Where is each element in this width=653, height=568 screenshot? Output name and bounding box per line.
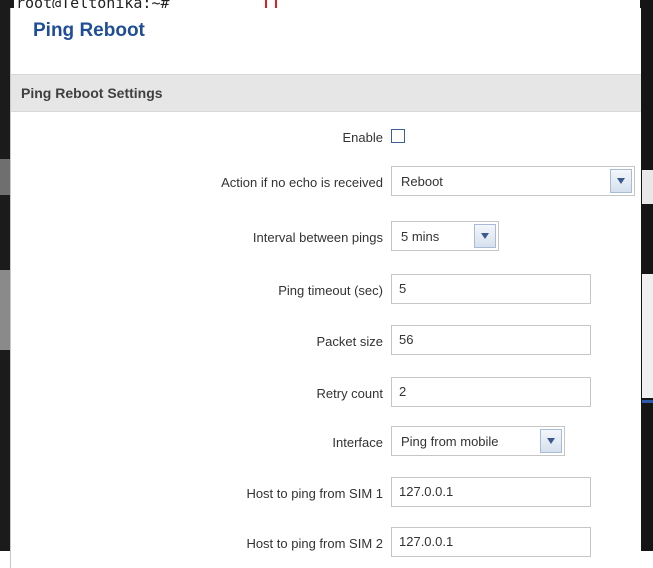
interval-row: Interval between pings 5 mins xyxy=(11,221,641,255)
host-sim2-label: Host to ping from SIM 2 xyxy=(246,536,383,551)
enable-label: Enable xyxy=(342,130,383,145)
interval-select-value: 5 mins xyxy=(401,229,440,244)
dialog-title: Ping Reboot xyxy=(33,20,145,41)
host-sim1-row: Host to ping from SIM 1 127.0.0.1 xyxy=(11,477,641,511)
host-sim2-row: Host to ping from SIM 2 127.0.0.1 xyxy=(11,527,641,561)
retry-label: Retry count xyxy=(316,386,383,401)
section-header: Ping Reboot Settings xyxy=(11,74,641,112)
retry-row: Retry count 2 xyxy=(11,377,641,411)
timeout-label: Ping timeout (sec) xyxy=(278,283,383,298)
background-right-panel-2 xyxy=(642,274,653,398)
chevron-down-icon[interactable] xyxy=(610,169,632,193)
section-title: Ping Reboot Settings xyxy=(21,85,163,101)
retry-input[interactable]: 2 xyxy=(391,377,591,407)
chevron-down-icon[interactable] xyxy=(474,224,496,248)
enable-checkbox[interactable] xyxy=(391,129,405,143)
packet-size-label: Packet size xyxy=(316,334,383,349)
interface-row: Interface Ping from mobile xyxy=(11,426,641,460)
ping-reboot-dialog: Ping Reboot Ping Reboot Settings Enable … xyxy=(10,8,641,568)
action-select[interactable]: Reboot xyxy=(391,166,635,196)
interval-select[interactable]: 5 mins xyxy=(391,221,499,251)
host-sim2-input[interactable]: 127.0.0.1 xyxy=(391,527,591,557)
packet-size-row: Packet size 56 xyxy=(11,325,641,359)
interface-label: Interface xyxy=(332,435,383,450)
interface-select-value: Ping from mobile xyxy=(401,434,499,449)
host-sim1-label: Host to ping from SIM 1 xyxy=(246,486,383,501)
interface-select[interactable]: Ping from mobile xyxy=(391,426,565,456)
timeout-row: Ping timeout (sec) 5 xyxy=(11,274,641,308)
action-select-value: Reboot xyxy=(401,174,443,189)
interval-label: Interval between pings xyxy=(252,230,383,245)
timeout-input[interactable]: 5 xyxy=(391,274,591,304)
host-sim1-input[interactable]: 127.0.0.1 xyxy=(391,477,591,507)
action-label: Action if no echo is received xyxy=(221,175,383,190)
chevron-down-icon[interactable] xyxy=(540,429,562,453)
enable-row: Enable xyxy=(11,121,641,155)
packet-size-input[interactable]: 56 xyxy=(391,325,591,355)
action-row: Action if no echo is received Reboot xyxy=(11,166,641,200)
background-right-panel-1 xyxy=(642,170,653,204)
background-right-line xyxy=(642,400,653,403)
